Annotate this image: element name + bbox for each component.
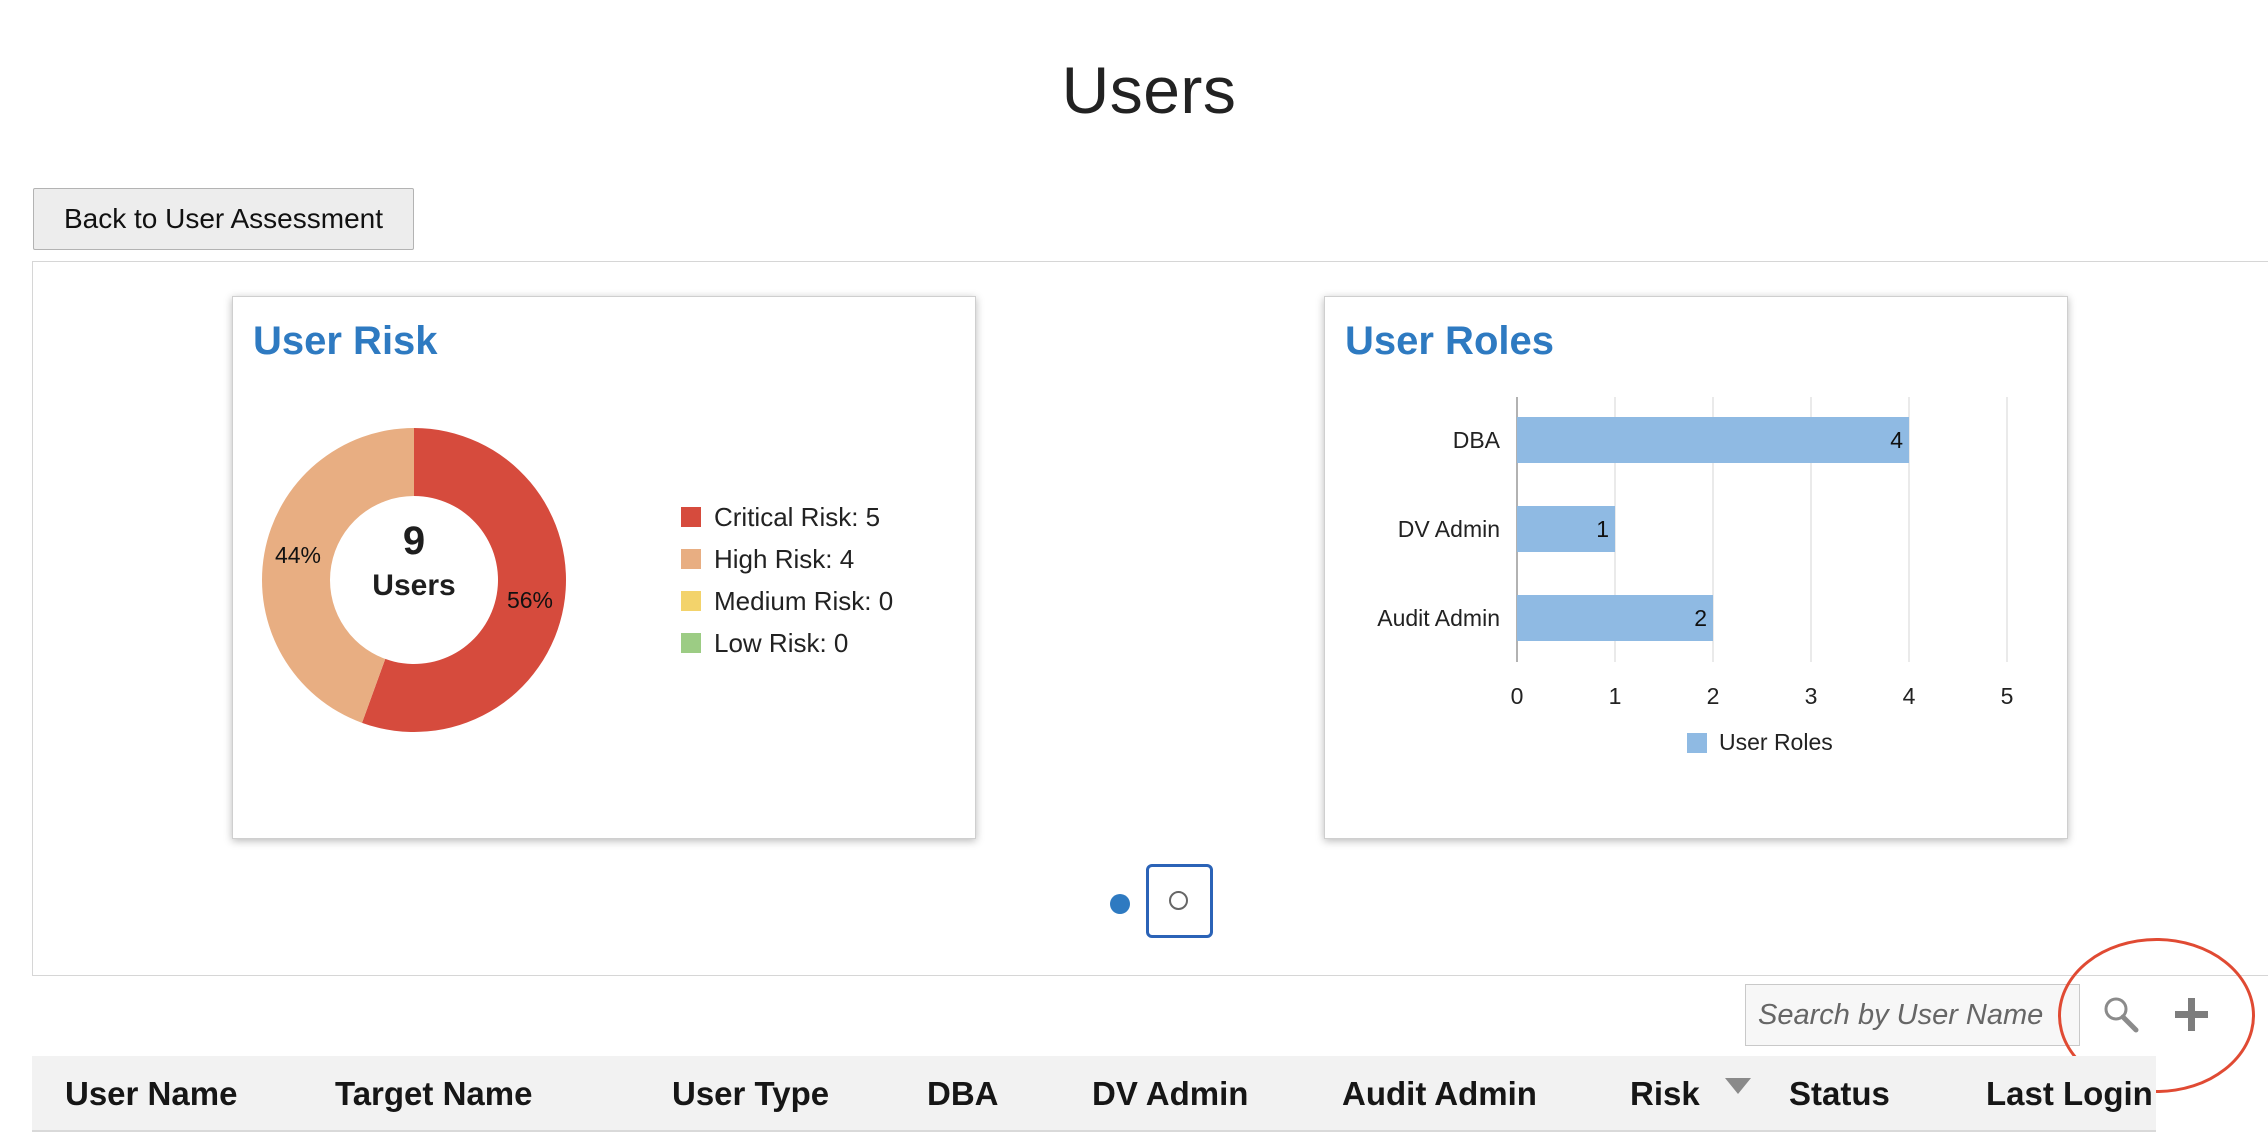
legend-swatch-user-roles: [1687, 733, 1707, 753]
x-tick-label: 3: [1805, 683, 1818, 709]
category-label: DBA: [1453, 427, 1501, 453]
user-risk-legend: Critical Risk: 5 High Risk: 4 Medium Ris…: [681, 502, 893, 658]
search-input[interactable]: [1745, 984, 2080, 1046]
bar-dba[interactable]: [1517, 417, 1909, 463]
back-to-user-assessment-button[interactable]: Back to User Assessment: [33, 188, 414, 250]
legend-label-critical: Critical Risk: 5: [714, 502, 880, 532]
data-label: 1: [1596, 516, 1609, 542]
user-risk-donut-chart: 9 Users 56% 44% Critical Risk: 5 High Ri…: [261, 428, 893, 732]
legend-swatch-high: [681, 549, 701, 569]
bar-audit-admin[interactable]: [1517, 595, 1713, 641]
x-tick-label: 4: [1903, 683, 1916, 709]
user-risk-card: User Risk 9 Users 56% 44% Critical Risk:…: [232, 296, 976, 839]
slice-label-high: 44%: [275, 542, 321, 568]
carousel-dot-1[interactable]: [1110, 894, 1130, 914]
column-user-type[interactable]: User Type: [672, 1056, 829, 1130]
legend-swatch-medium: [681, 591, 701, 611]
sort-descending-icon[interactable]: [1725, 1078, 1751, 1094]
column-last-login[interactable]: Last Login: [1986, 1056, 2153, 1130]
column-target-name[interactable]: Target Name: [335, 1056, 532, 1130]
legend-label-medium: Medium Risk: 0: [714, 586, 893, 616]
category-label: Audit Admin: [1377, 605, 1500, 631]
page-title: Users: [1061, 53, 1237, 127]
user-roles-bar-chart: 0 1 2 3 4 5 DBA 4 DV Admin 1 Audit Admin 2 User Role…: [1377, 397, 2014, 755]
column-dba[interactable]: DBA: [927, 1056, 999, 1130]
legend-swatch-critical: [681, 507, 701, 527]
x-tick-label: 0: [1511, 683, 1524, 709]
legend-label-user-roles: User Roles: [1719, 729, 1833, 755]
x-tick-label: 2: [1707, 683, 1720, 709]
users-table-header: User Name Target Name User Type DBA DV A…: [32, 1056, 2156, 1132]
x-tick-label: 5: [2001, 683, 2014, 709]
legend-label-high: High Risk: 4: [714, 544, 854, 574]
column-user-name[interactable]: User Name: [65, 1056, 237, 1130]
data-label: 2: [1694, 605, 1707, 631]
slice-label-critical: 56%: [507, 587, 553, 613]
column-dv-admin[interactable]: DV Admin: [1092, 1056, 1248, 1130]
column-risk[interactable]: Risk: [1630, 1056, 1700, 1130]
carousel-dot-2-ring: [1169, 891, 1188, 910]
carousel-dot-2[interactable]: [1146, 864, 1213, 938]
x-tick-label: 1: [1609, 683, 1622, 709]
legend-swatch-low: [681, 633, 701, 653]
donut-center-value: 9: [403, 519, 425, 563]
user-roles-card: User Roles 0 1 2 3 4 5 DBA 4 DV Admin 1 Audit Admi…: [1324, 296, 2068, 839]
column-status[interactable]: Status: [1789, 1056, 1890, 1130]
legend-label-low: Low Risk: 0: [714, 628, 848, 658]
column-audit-admin[interactable]: Audit Admin: [1342, 1056, 1537, 1130]
donut-center-label: Users: [372, 569, 455, 602]
category-label: DV Admin: [1398, 516, 1500, 542]
data-label: 4: [1890, 427, 1903, 453]
